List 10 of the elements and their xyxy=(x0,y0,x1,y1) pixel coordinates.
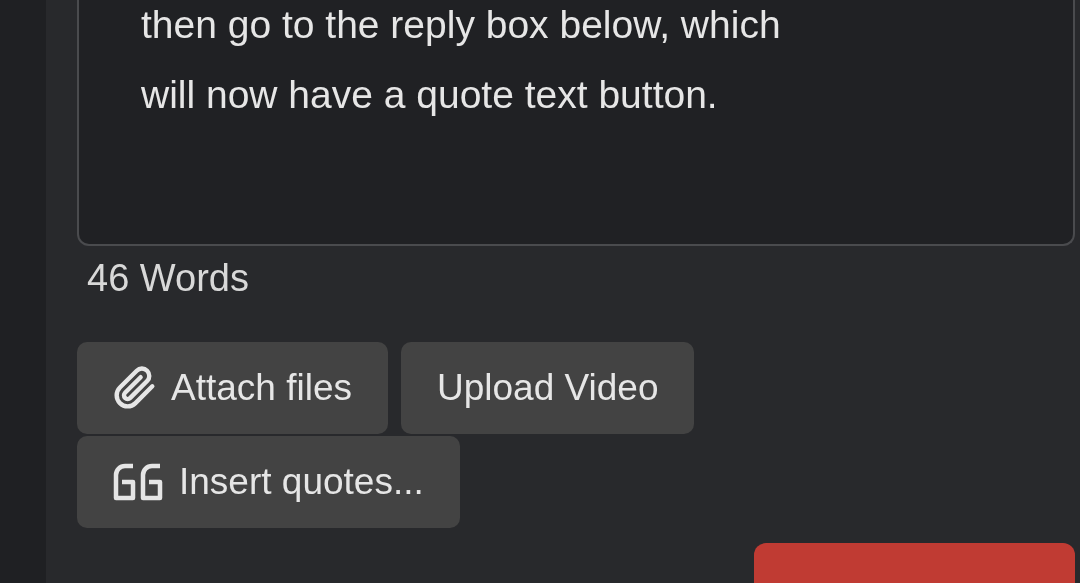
editor-text-line: will now have a quote text button. xyxy=(141,72,718,118)
upload-video-button[interactable]: Upload Video xyxy=(401,342,695,434)
attach-files-button[interactable]: Attach files xyxy=(77,342,388,434)
submit-button[interactable] xyxy=(754,543,1075,583)
paperclip-icon xyxy=(113,366,157,410)
insert-quotes-button[interactable]: Insert quotes... xyxy=(77,436,460,528)
quote-icon xyxy=(113,462,165,502)
editor-text-line: then go to the reply box below, which xyxy=(141,2,781,48)
word-count: 46 Words xyxy=(87,256,249,301)
reply-editor[interactable]: then go to the reply box below, which will now have a quote text button. xyxy=(77,0,1075,246)
